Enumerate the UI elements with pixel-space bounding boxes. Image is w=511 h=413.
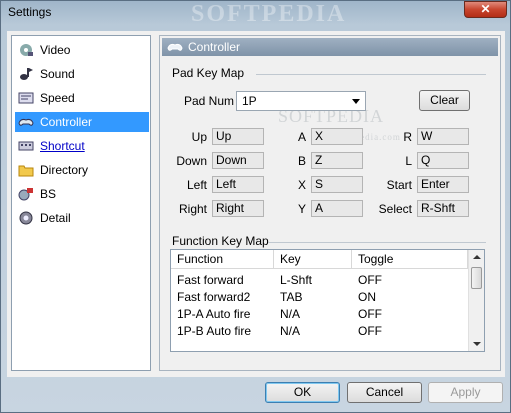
nav-item-label: Controller [40,115,93,129]
function-key-table: Function Key Toggle Fast forward L-Shft … [170,249,485,352]
key-field-start[interactable]: Enter [417,176,469,193]
key-field-l[interactable]: Q [417,152,469,169]
nav-item-label: Speed [40,91,75,105]
nav-item-detail[interactable]: Detail [15,208,149,228]
key-label-a: A [297,130,306,144]
nav-item-label: Detail [40,211,71,225]
cell-key: L-Shft [280,273,313,287]
video-icon [20,44,33,56]
key-label-select: Select [378,202,412,216]
shortcut-icon [18,141,34,151]
table-row[interactable]: Fast forward2 TAB ON [171,289,467,306]
table-row[interactable]: 1P-A Auto fire N/A OFF [171,306,467,323]
function-key-map-title: Function Key Map [172,234,269,248]
column-header-toggle[interactable]: Toggle [352,250,468,269]
nav-item-sound[interactable]: Sound [15,64,149,84]
cell-key: N/A [280,307,301,321]
cell-function: Fast forward2 [177,290,251,304]
watermark-logo: SOFTPEDIA [191,1,347,27]
category-list: Video Sound Speed Controller Shortcut Di… [11,35,151,371]
nav-item-bs[interactable]: BS [15,184,149,204]
key-field-right[interactable]: Right [212,200,264,217]
nav-item-label: Video [40,43,71,57]
key-label-l: L [405,154,412,168]
controller-panel: Controller SOFTPEDIA www.softpedia.com P… [159,35,501,371]
settings-window: Settings SOFTPEDIA ✕ Video Sound Speed C… [0,0,511,413]
key-field-a[interactable]: X [311,128,363,145]
scroll-up-icon[interactable] [473,255,481,259]
close-button[interactable]: ✕ [464,1,507,18]
nav-item-directory[interactable]: Directory [15,160,149,180]
nav-item-label: Directory [40,163,89,177]
detail-icon [19,211,33,225]
pad-key-map-title: Pad Key Map [172,66,245,80]
cell-key: TAB [280,290,303,304]
key-field-y[interactable]: A [311,200,363,217]
bs-icon [18,188,33,201]
key-label-left: Left [186,178,207,192]
key-label-up: Up [191,130,207,144]
nav-item-label: BS [40,187,57,201]
nav-item-video[interactable]: Video [15,40,149,60]
scrollbar-thumb[interactable] [471,267,482,289]
table-row[interactable]: 1P-B Auto fire N/A OFF [171,323,467,340]
nav-item-label: Shortcut [40,139,85,153]
key-field-r[interactable]: W [417,128,469,145]
key-field-left[interactable]: Left [212,176,264,193]
column-header-key[interactable]: Key [274,250,352,269]
key-label-b: B [297,154,306,168]
cell-toggle: OFF [358,273,382,287]
apply-button[interactable]: Apply [428,382,503,403]
cell-toggle: ON [358,290,376,304]
pad-num-select[interactable]: 1P [236,91,366,111]
pad-num-label: Pad Num : [184,94,241,108]
controller-icon [167,43,183,51]
key-field-b[interactable]: Z [311,152,363,169]
chevron-down-icon [352,99,360,104]
key-label-y: Y [297,202,306,216]
table-row[interactable]: Fast forward L-Shft OFF [171,272,467,289]
panel-header: Controller [162,38,498,56]
group-divider [268,242,486,243]
cell-function: 1P-A Auto fire [177,307,251,321]
key-label-down: Down [176,154,207,168]
nav-item-label: Sound [40,67,75,81]
speed-icon [18,92,34,104]
key-label-start: Start [386,178,412,192]
folder-icon [18,165,34,177]
panel-title: Controller [188,40,241,54]
nav-item-shortcut[interactable]: Shortcut [15,136,149,156]
key-label-r: R [403,130,412,144]
key-field-up[interactable]: Up [212,128,264,145]
cell-function: 1P-B Auto fire [177,324,252,338]
cell-function: Fast forward [177,273,244,287]
key-field-x[interactable]: S [311,176,363,193]
cell-toggle: OFF [358,307,382,321]
vertical-scrollbar[interactable] [468,250,484,351]
nav-item-speed[interactable]: Speed [15,88,149,108]
ok-button[interactable]: OK [265,382,340,403]
key-field-select[interactable]: R-Shft [417,200,469,217]
sound-icon [20,68,33,80]
key-label-right: Right [178,202,207,216]
key-field-down[interactable]: Down [212,152,264,169]
column-header-function[interactable]: Function [171,250,274,269]
title-bar[interactable]: Settings SOFTPEDIA ✕ [1,1,510,27]
controller-icon [18,118,34,126]
pad-num-value: 1P [242,94,257,108]
cell-toggle: OFF [358,324,382,338]
nav-item-controller[interactable]: Controller [15,112,149,132]
dialog-client: Video Sound Speed Controller Shortcut Di… [7,31,505,377]
close-icon: ✕ [480,2,491,16]
key-label-x: X [297,178,306,192]
cancel-button[interactable]: Cancel [347,382,422,403]
scroll-down-icon[interactable] [473,342,481,346]
clear-button[interactable]: Clear [419,90,470,111]
group-divider [256,74,486,75]
window-title: Settings [8,5,52,19]
cell-key: N/A [280,324,301,338]
